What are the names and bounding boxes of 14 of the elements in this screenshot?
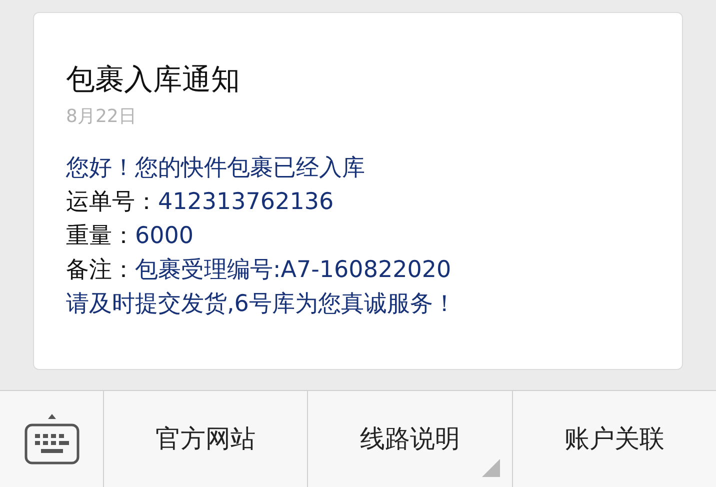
message-date: 8月22日	[66, 105, 138, 129]
field-value: 412313762136	[158, 188, 334, 217]
message-text: 请及时提交发货,6号库为您真诚服务！	[66, 290, 456, 319]
field-value: 6000	[135, 222, 194, 251]
message-text: 您好！您的快件包裹已经入库	[66, 154, 365, 183]
menu-button[interactable]: 线路说明	[308, 391, 513, 487]
message-title: 包裹入库通知	[66, 61, 241, 98]
menu-button[interactable]: 官方网站	[104, 391, 308, 487]
field-value: 包裹受理编号:A7-160822020	[135, 256, 452, 285]
field-label: 重量：	[66, 222, 135, 251]
field-label: 运单号：	[66, 188, 158, 217]
submenu-indicator-icon	[482, 459, 500, 477]
menu-button[interactable]: 账户关联	[512, 391, 716, 487]
field-label: 备注：	[66, 256, 135, 285]
